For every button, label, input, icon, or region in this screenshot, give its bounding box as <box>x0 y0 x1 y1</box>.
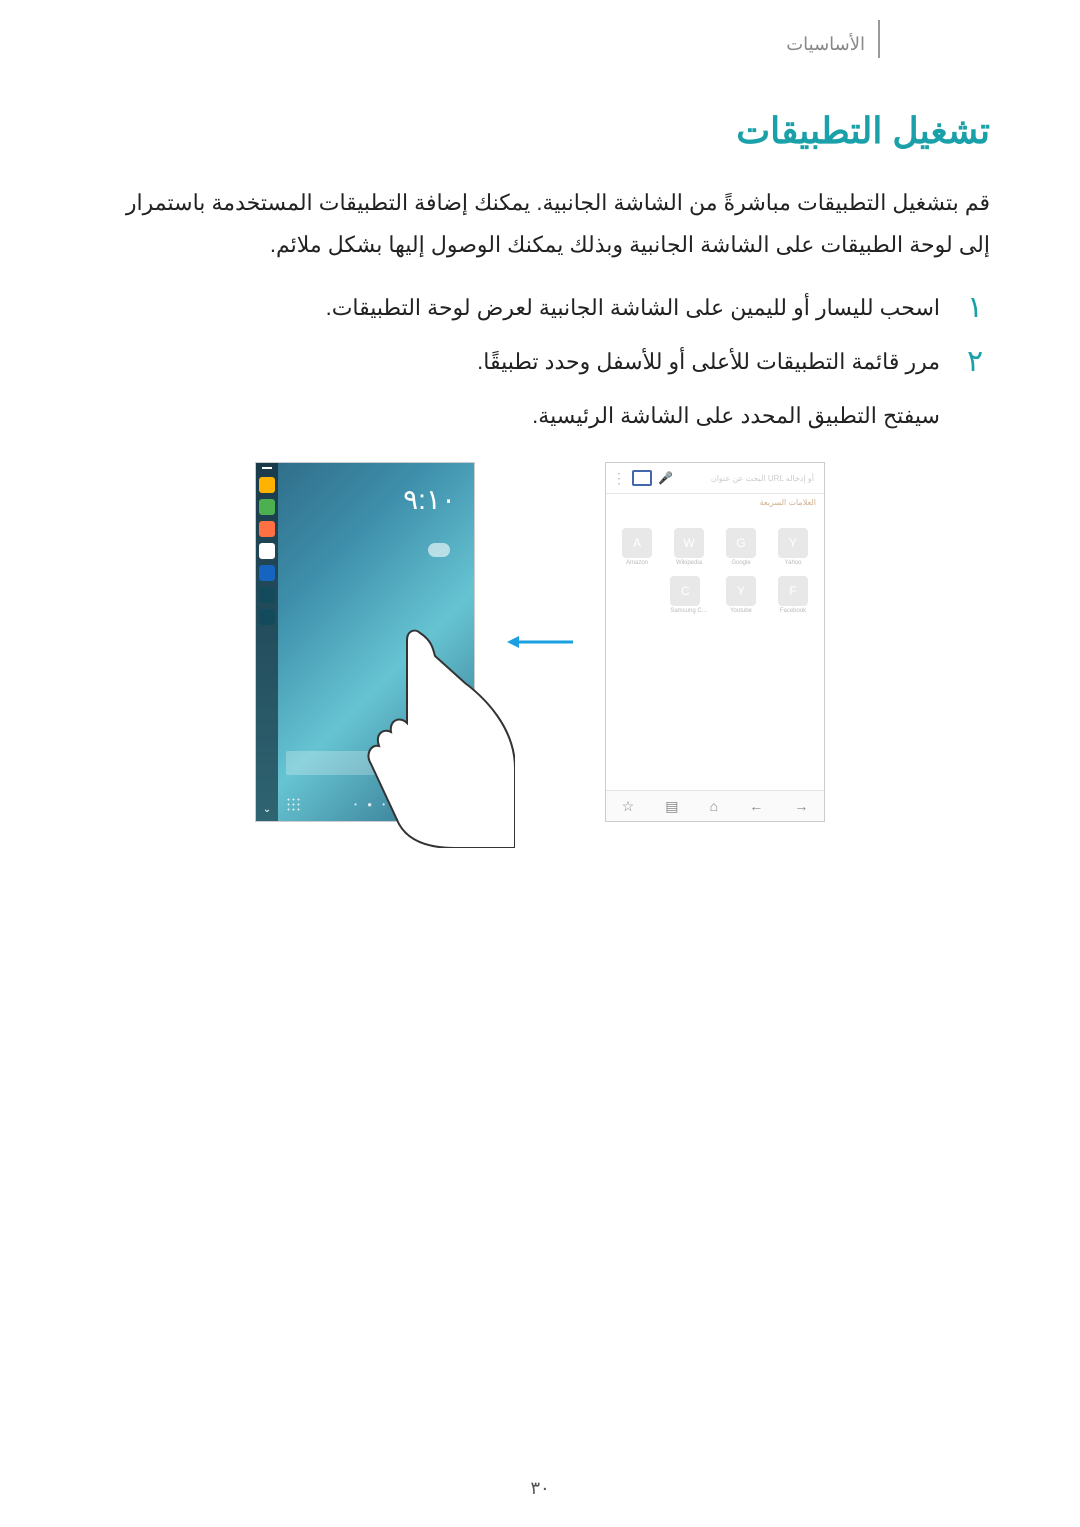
home-nav: • ● • • ✆ <box>286 796 466 813</box>
google-search-bar[interactable]: Google <box>286 751 466 775</box>
edge-app-slot[interactable] <box>259 609 275 625</box>
google-label: Google <box>424 759 450 768</box>
step-number: ١ <box>960 287 990 329</box>
quick-tile[interactable]: Y Youtube <box>726 576 756 614</box>
clock-time: ٩:١٠ <box>403 483 456 516</box>
phone-icon[interactable]: ✆ <box>454 796 466 813</box>
step-subtext: سيفتح التطبيق المحدد على الشاشة الرئيسية… <box>90 395 940 437</box>
forward-icon[interactable]: → <box>794 798 808 814</box>
back-icon[interactable]: ← <box>749 798 763 814</box>
quick-tile[interactable]: Y Yahoo <box>778 528 808 566</box>
quick-access-label: العلامات السريعة <box>606 494 824 522</box>
page-dots: • ● • • <box>354 800 402 809</box>
tile-letter: Y <box>726 576 756 606</box>
home-icon[interactable]: ⌂ <box>710 798 718 814</box>
edge-handle-icon <box>262 467 272 469</box>
tile-label: Amazon <box>622 560 652 566</box>
tile-letter: F <box>778 576 808 606</box>
arrow-left-icon <box>505 632 575 652</box>
step-1: ١ اسحب لليسار أو لليمين على الشاشة الجان… <box>90 287 990 329</box>
apps-grid-icon[interactable] <box>286 797 302 813</box>
page-number: ٣٠ <box>0 1478 1080 1499</box>
edge-panel[interactable]: ⌄ <box>256 463 278 821</box>
step-text: مرر قائمة التطبيقات للأعلى أو للأسفل وحد… <box>477 341 940 383</box>
edge-app-favorites[interactable] <box>259 477 275 493</box>
step-number: ٢ <box>960 341 990 383</box>
bookmark-icon[interactable]: ☆ <box>622 798 635 815</box>
tile-letter: C <box>670 576 700 606</box>
browser-bottom-nav: ☆ ▤ ⌂ ← → <box>606 790 824 821</box>
quick-tile[interactable]: F Facebook <box>778 576 808 614</box>
tile-label: Facebook <box>778 608 808 614</box>
tile-letter: Y <box>778 528 808 558</box>
quick-tile[interactable]: C Samsung C… <box>670 576 707 614</box>
edge-app-email[interactable] <box>259 543 275 559</box>
phone-browser-screen: ⋮ 🎤 البحث عن عنوان URL أو إدخاله العلاما… <box>605 462 825 822</box>
edge-app-internet[interactable] <box>259 565 275 581</box>
figure-row: ٩:١٠ Google • ● • • ✆ <box>90 462 990 822</box>
tile-label: Youtube <box>726 608 756 614</box>
tile-letter: G <box>726 528 756 558</box>
quick-tile[interactable]: A Amazon <box>622 528 652 566</box>
intro-paragraph: قم بتشغيل التطبيقات مباشرةً من الشاشة ال… <box>90 182 990 266</box>
quick-tile[interactable]: W Wikipedia <box>674 528 704 566</box>
page-title: تشغيل التطبيقات <box>90 110 990 152</box>
header-section: الأساسيات <box>786 34 865 55</box>
tile-label: Wikipedia <box>674 560 704 566</box>
edge-app-phone[interactable] <box>259 499 275 515</box>
quick-tile[interactable]: G Google <box>726 528 756 566</box>
mic-icon[interactable]: 🎤 <box>658 471 673 485</box>
quick-access-grid: A Amazon W Wikipedia G Google Y Yahoo C <box>606 522 824 626</box>
tile-letter: W <box>674 528 704 558</box>
more-menu-icon[interactable]: ⋮ <box>612 470 626 487</box>
weather-icon <box>428 543 450 557</box>
edge-app-slot[interactable] <box>259 587 275 603</box>
chevron-down-icon: ⌄ <box>263 804 271 815</box>
tile-letter: A <box>622 528 652 558</box>
tile-label: Google <box>726 560 756 566</box>
tile-label: Samsung C… <box>670 608 707 614</box>
mic-icon <box>450 758 460 768</box>
steps-list: ١ اسحب لليسار أو لليمين على الشاشة الجان… <box>90 287 990 437</box>
step-text: اسحب لليسار أو لليمين على الشاشة الجانبي… <box>326 287 940 329</box>
tile-label: Yahoo <box>778 560 808 566</box>
step-2: ٢ مرر قائمة التطبيقات للأعلى أو للأسفل و… <box>90 341 990 383</box>
phone-home-screen: ٩:١٠ Google • ● • • ✆ <box>255 462 475 822</box>
browser-toolbar: ⋮ 🎤 البحث عن عنوان URL أو إدخاله <box>606 463 824 494</box>
tabs-icon[interactable] <box>632 470 652 486</box>
header-divider <box>878 20 880 58</box>
url-search-field[interactable]: البحث عن عنوان URL أو إدخاله <box>679 474 818 483</box>
home-main-area: ٩:١٠ Google • ● • • ✆ <box>278 463 474 821</box>
saved-icon[interactable]: ▤ <box>665 798 678 815</box>
phone-home-wrap: ٩:١٠ Google • ● • • ✆ <box>255 462 475 822</box>
edge-app-contacts[interactable] <box>259 521 275 537</box>
browser-empty-area <box>606 626 824 790</box>
